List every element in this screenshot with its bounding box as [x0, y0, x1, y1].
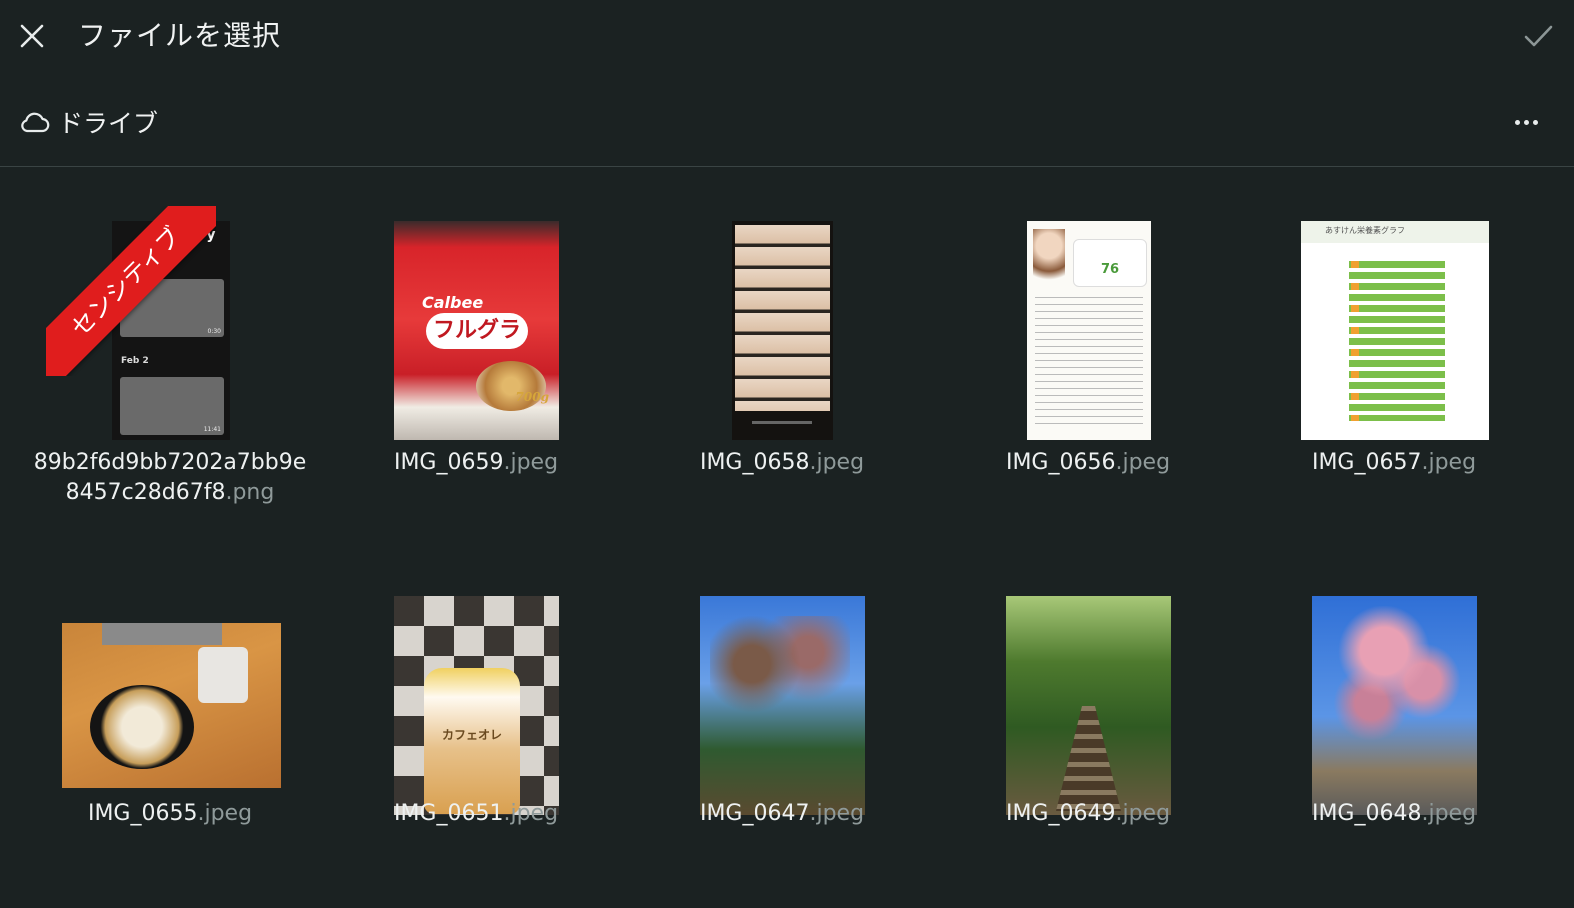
- video-thumb: 11:41: [120, 377, 224, 435]
- avatar: [1033, 229, 1065, 285]
- file-name-stem: IMG_0658: [699, 450, 810, 475]
- more-horizontal-icon: [1514, 119, 1520, 125]
- file-extension: .jpeg: [503, 801, 559, 826]
- cloud-icon: [21, 112, 50, 133]
- sensitive-label: センシティブ: [46, 206, 216, 376]
- more-dot: [1532, 119, 1538, 125]
- duration: 11:41: [203, 426, 221, 433]
- more-dot: [1523, 119, 1529, 125]
- file-extension: .jpeg: [1421, 801, 1477, 826]
- location-bar: ドライブ: [0, 92, 1574, 152]
- file-name-stem: IMG_0659: [393, 450, 504, 475]
- file-extension: .jpeg: [503, 450, 559, 475]
- nutrient-bars-alt: [1351, 261, 1359, 421]
- checkmark-icon: [1524, 25, 1553, 47]
- file-thumbnail: 76: [1027, 221, 1151, 440]
- notification-list: [735, 225, 830, 411]
- file-thumbnail: カフェオレ: [394, 596, 559, 815]
- file-tile[interactable]: IMG_0658.jpeg: [632, 168, 932, 528]
- file-thumbnail: あすけん栄養素グラフ: [1301, 221, 1489, 440]
- file-name: IMG_0658.jpeg: [632, 448, 932, 478]
- file-tile[interactable]: カフェオレ IMG_0651.jpeg: [326, 544, 626, 884]
- file-tile[interactable]: history ay 0:30 Feb 2 11:41 センシティブ 89b2f…: [20, 168, 320, 528]
- file-name: IMG_0649.jpeg: [938, 799, 1238, 829]
- blossom-tree: [1332, 606, 1462, 756]
- bowl: [90, 685, 194, 769]
- file-name: IMG_0647.jpeg: [632, 799, 932, 829]
- advice-text: [1035, 297, 1143, 427]
- file-thumbnail: Calbee フルグラ 700g: [394, 221, 559, 440]
- file-name-stem: IMG_0656: [1005, 450, 1116, 475]
- page-title: ファイルを選択: [78, 19, 282, 52]
- file-name: IMG_0651.jpeg: [326, 799, 626, 829]
- file-thumbnail: [700, 596, 865, 815]
- thumb-brand: Calbee: [422, 293, 484, 312]
- file-name-stem: IMG_0657: [1311, 450, 1422, 475]
- file-extension: .png: [225, 480, 275, 505]
- file-tile[interactable]: IMG_0647.jpeg: [632, 544, 932, 884]
- divider: [0, 166, 1574, 167]
- tree-branches: [710, 616, 850, 736]
- file-name-stem: 89b2f6d9bb7202a7bb9e: [33, 450, 307, 475]
- file-tile[interactable]: IMG_0655.jpeg: [20, 544, 320, 884]
- file-name-stem: IMG_0651: [393, 801, 504, 826]
- file-tile[interactable]: Calbee フルグラ 700g IMG_0659.jpeg: [326, 168, 626, 528]
- nutrient-bars: [1349, 261, 1445, 421]
- top-bar: ファイルを選択: [0, 0, 1574, 78]
- file-name: IMG_0648.jpeg: [1244, 799, 1544, 829]
- file-extension: .jpeg: [197, 801, 253, 826]
- more-options-button[interactable]: [1506, 106, 1546, 138]
- thumb-product: フルグラ: [426, 313, 528, 349]
- file-extension: .jpeg: [1115, 450, 1171, 475]
- thumb-product: カフェオレ: [441, 728, 502, 742]
- chart-header: あすけん栄養素グラフ: [1301, 221, 1489, 243]
- close-icon: [20, 24, 44, 48]
- file-name: IMG_0659.jpeg: [326, 448, 626, 478]
- file-tile[interactable]: あすけん栄養素グラフ IMG_0657.jpeg: [1244, 168, 1544, 528]
- file-tile[interactable]: IMG_0649.jpeg: [938, 544, 1238, 884]
- chart-title: あすけん栄養素グラフ: [1325, 226, 1405, 235]
- score-bubble: 76: [1073, 239, 1147, 287]
- file-name-stem: IMG_0647: [699, 801, 810, 826]
- file-name-stem: IMG_0649: [1005, 801, 1116, 826]
- file-thumbnail: [732, 221, 833, 440]
- laptop: [102, 623, 222, 645]
- file-thumbnail: [1312, 596, 1477, 815]
- file-tile[interactable]: 76 IMG_0656.jpeg: [938, 168, 1238, 528]
- file-thumbnail: [62, 623, 281, 788]
- file-extension: .jpeg: [809, 450, 865, 475]
- file-name: IMG_0655.jpeg: [20, 799, 320, 829]
- file-tile[interactable]: IMG_0648.jpeg: [1244, 544, 1544, 884]
- drive-breadcrumb[interactable]: ドライブ: [18, 102, 158, 142]
- file-extension: .jpeg: [1421, 450, 1477, 475]
- drive-label: ドライブ: [58, 109, 159, 138]
- file-name-stem: 8457c28d67f8: [65, 480, 226, 505]
- file-extension: .jpeg: [809, 801, 865, 826]
- score-value: 76: [1100, 262, 1120, 277]
- file-grid: history ay 0:30 Feb 2 11:41 センシティブ 89b2f…: [0, 168, 1574, 908]
- file-name-stem: IMG_0648: [1311, 801, 1422, 826]
- file-name: 89b2f6d9bb7202a7bb9e 8457c28d67f8.png: [20, 448, 320, 508]
- file-name-stem: IMG_0655: [87, 801, 198, 826]
- file-thumbnail: [1006, 596, 1171, 815]
- file-name: IMG_0656.jpeg: [938, 448, 1238, 478]
- steps: [1056, 706, 1121, 811]
- confirm-button[interactable]: [1520, 18, 1556, 54]
- file-name: IMG_0657.jpeg: [1244, 448, 1544, 478]
- file-extension: .jpeg: [1115, 801, 1171, 826]
- mug: [198, 647, 248, 703]
- home-indicator: [752, 421, 812, 424]
- thumb-weight: 700g: [515, 390, 549, 404]
- close-button[interactable]: [14, 18, 50, 54]
- sensitive-badge: センシティブ: [46, 206, 216, 376]
